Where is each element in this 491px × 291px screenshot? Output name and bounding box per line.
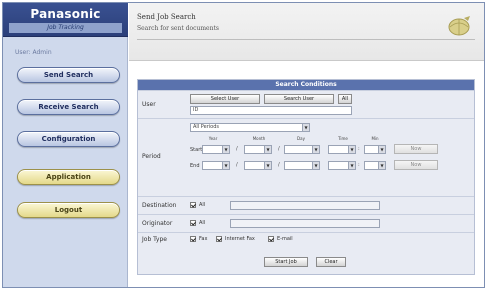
col-time: Time bbox=[338, 136, 348, 141]
originator-input[interactable] bbox=[230, 219, 380, 228]
start-label: Start bbox=[190, 147, 203, 153]
main-content: Send Job Search Search for sent document… bbox=[129, 3, 484, 287]
end-year-select[interactable]: ▼ bbox=[202, 161, 230, 170]
app-window: Panasonic Job Tracking User: Admin Send … bbox=[2, 2, 485, 288]
col-month: Month bbox=[252, 136, 266, 141]
chevron-down-icon: ▼ bbox=[222, 146, 229, 153]
separator: : bbox=[358, 162, 360, 168]
search-conditions-panel: Search Conditions User Select User Searc… bbox=[137, 79, 475, 275]
user-row: User Select User Search User All ID bbox=[138, 90, 474, 118]
col-year: Year bbox=[208, 136, 218, 141]
chevron-down-icon: ▼ bbox=[302, 124, 309, 131]
header-divider bbox=[137, 39, 475, 40]
separator: / bbox=[236, 162, 238, 168]
brand-header: Panasonic Job Tracking bbox=[3, 3, 128, 37]
destination-all-checkbox[interactable] bbox=[190, 202, 196, 208]
separator: / bbox=[278, 146, 280, 152]
end-time-select[interactable]: ▼ bbox=[328, 161, 356, 170]
period-row: Period All Periods ▼ Year Month Day Time… bbox=[138, 118, 474, 196]
period-preset-select[interactable]: All Periods ▼ bbox=[190, 123, 310, 132]
start-min-select[interactable]: ▼ bbox=[364, 145, 386, 154]
job-type-fax-label: Fax bbox=[199, 236, 208, 242]
chevron-down-icon: ▼ bbox=[264, 162, 271, 169]
user-row-label: User bbox=[142, 101, 156, 108]
start-year-select[interactable]: ▼ bbox=[202, 145, 230, 154]
end-now-button[interactable]: Now bbox=[394, 160, 438, 170]
all-users-button[interactable]: All bbox=[338, 94, 352, 104]
globe-icon bbox=[448, 16, 470, 36]
chevron-down-icon: ▼ bbox=[378, 162, 385, 169]
chevron-down-icon: ▼ bbox=[348, 162, 355, 169]
actions-row: Start Job Clear bbox=[138, 246, 474, 274]
end-day-select[interactable]: ▼ bbox=[284, 161, 320, 170]
chevron-down-icon: ▼ bbox=[378, 146, 385, 153]
originator-all-checkbox[interactable] bbox=[190, 220, 196, 226]
job-type-email-label: E-mail bbox=[277, 236, 293, 242]
start-job-search-button[interactable]: Start Job bbox=[264, 257, 308, 267]
originator-row: Originator All bbox=[138, 214, 474, 232]
nav-receive-search-button[interactable]: Receive Search bbox=[17, 99, 120, 115]
chevron-down-icon: ▼ bbox=[348, 146, 355, 153]
page-header: Send Job Search Search for sent document… bbox=[129, 3, 484, 61]
originator-all-label: All bbox=[199, 220, 206, 226]
user-label: User: Admin bbox=[15, 49, 52, 56]
chevron-down-icon: ▼ bbox=[312, 146, 319, 153]
start-now-button[interactable]: Now bbox=[394, 144, 438, 154]
end-month-select[interactable]: ▼ bbox=[244, 161, 272, 170]
end-min-select[interactable]: ▼ bbox=[364, 161, 386, 170]
destination-all-label: All bbox=[199, 202, 206, 208]
job-type-row-label: Job Type bbox=[142, 236, 167, 243]
job-type-fax-checkbox[interactable] bbox=[190, 236, 196, 242]
chevron-down-icon: ▼ bbox=[312, 162, 319, 169]
separator: / bbox=[278, 162, 280, 168]
logout-button[interactable]: Logout bbox=[17, 202, 120, 218]
job-type-ifax-checkbox[interactable] bbox=[216, 236, 222, 242]
nav-send-search-button[interactable]: Send Search bbox=[17, 67, 120, 83]
sidebar: Panasonic Job Tracking User: Admin Send … bbox=[3, 3, 128, 287]
brand-logo: Panasonic bbox=[30, 7, 101, 21]
chevron-down-icon: ▼ bbox=[222, 162, 229, 169]
panel-title: Search Conditions bbox=[138, 80, 474, 90]
start-time-select[interactable]: ▼ bbox=[328, 145, 356, 154]
col-min: Min bbox=[371, 136, 379, 141]
separator: / bbox=[236, 146, 238, 152]
clear-button[interactable]: Clear bbox=[316, 257, 346, 267]
nav-configuration-button[interactable]: Configuration bbox=[17, 131, 120, 147]
destination-row: Destination All bbox=[138, 196, 474, 214]
start-month-select[interactable]: ▼ bbox=[244, 145, 272, 154]
user-id-input[interactable]: ID bbox=[190, 106, 352, 115]
brand-subtitle: Job Tracking bbox=[9, 23, 122, 33]
period-preset-value: All Periods bbox=[193, 124, 219, 130]
chevron-down-icon: ▼ bbox=[264, 146, 271, 153]
destination-row-label: Destination bbox=[142, 202, 177, 209]
period-row-label: Period bbox=[142, 153, 161, 160]
page-title: Send Job Search bbox=[137, 13, 196, 21]
select-user-button[interactable]: Select User bbox=[190, 94, 260, 104]
search-user-button[interactable]: Search User bbox=[264, 94, 334, 104]
end-label: End bbox=[190, 163, 200, 169]
job-type-ifax-label: Internet Fax bbox=[225, 236, 255, 242]
page-subtitle: Search for sent documents bbox=[137, 25, 219, 32]
job-type-row: Job Type Fax Internet Fax E-mail bbox=[138, 232, 474, 246]
destination-input[interactable] bbox=[230, 201, 380, 210]
nav-application-button[interactable]: Application bbox=[17, 169, 120, 185]
start-day-select[interactable]: ▼ bbox=[284, 145, 320, 154]
originator-row-label: Originator bbox=[142, 220, 173, 227]
separator: : bbox=[358, 146, 360, 152]
job-type-email-checkbox[interactable] bbox=[268, 236, 274, 242]
col-day: Day bbox=[297, 136, 305, 141]
